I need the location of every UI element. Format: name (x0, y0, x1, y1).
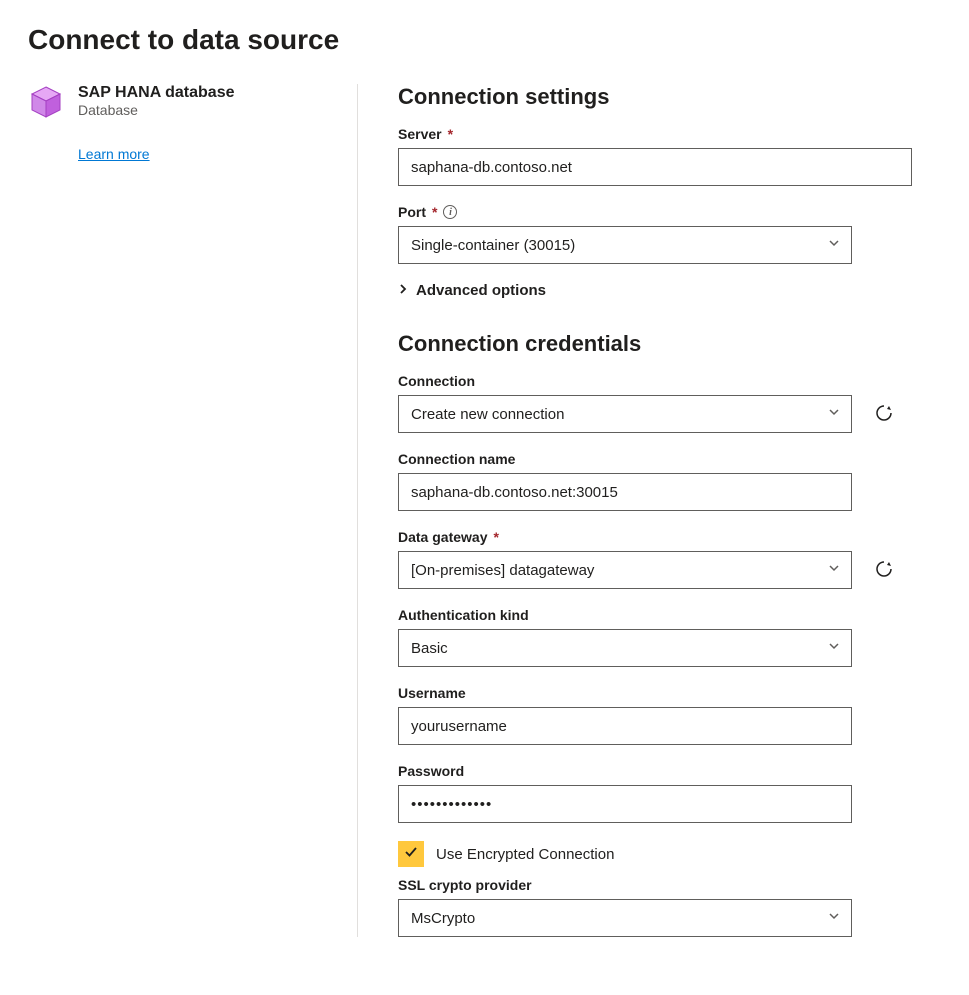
encrypted-connection-label: Use Encrypted Connection (436, 846, 614, 863)
page-title: Connect to data source (28, 24, 941, 56)
connection-name-label: Connection name (398, 451, 941, 467)
database-cube-icon (28, 84, 64, 120)
server-label: Server * (398, 126, 941, 142)
checkmark-icon (403, 844, 419, 865)
data-gateway-select[interactable]: [On-premises] datagateway (398, 551, 852, 589)
refresh-icon (874, 403, 894, 426)
username-label: Username (398, 685, 941, 701)
refresh-connection-button[interactable] (870, 400, 898, 428)
data-gateway-label: Data gateway * (398, 529, 941, 545)
info-icon[interactable]: i (443, 205, 457, 219)
password-label: Password (398, 763, 941, 779)
source-name: SAP HANA database (78, 84, 235, 102)
required-asterisk-icon: * (493, 529, 498, 545)
port-label: Port * i (398, 204, 941, 220)
encrypted-connection-checkbox[interactable] (398, 841, 424, 867)
ssl-provider-label: SSL crypto provider (398, 877, 941, 893)
learn-more-link[interactable]: Learn more (78, 146, 150, 162)
source-category: Database (78, 102, 235, 118)
auth-kind-select[interactable]: Basic (398, 629, 852, 667)
password-input[interactable] (398, 785, 852, 823)
connection-name-input[interactable] (398, 473, 852, 511)
connection-label: Connection (398, 373, 941, 389)
auth-kind-label: Authentication kind (398, 607, 941, 623)
ssl-provider-select[interactable]: MsCrypto (398, 899, 852, 937)
chevron-right-icon (398, 282, 408, 299)
connection-credentials-heading: Connection credentials (398, 331, 941, 357)
refresh-gateway-button[interactable] (870, 556, 898, 584)
source-info-panel: SAP HANA database Database Learn more (28, 84, 358, 937)
required-asterisk-icon: * (432, 204, 437, 220)
connection-select[interactable]: Create new connection (398, 395, 852, 433)
required-asterisk-icon: * (448, 126, 453, 142)
port-select[interactable]: Single-container (30015) (398, 226, 852, 264)
server-input[interactable] (398, 148, 912, 186)
advanced-options-toggle[interactable]: Advanced options (398, 282, 941, 299)
connection-settings-heading: Connection settings (398, 84, 941, 110)
refresh-icon (874, 559, 894, 582)
username-input[interactable] (398, 707, 852, 745)
form-panel: Connection settings Server * Port * i Si… (358, 84, 941, 937)
